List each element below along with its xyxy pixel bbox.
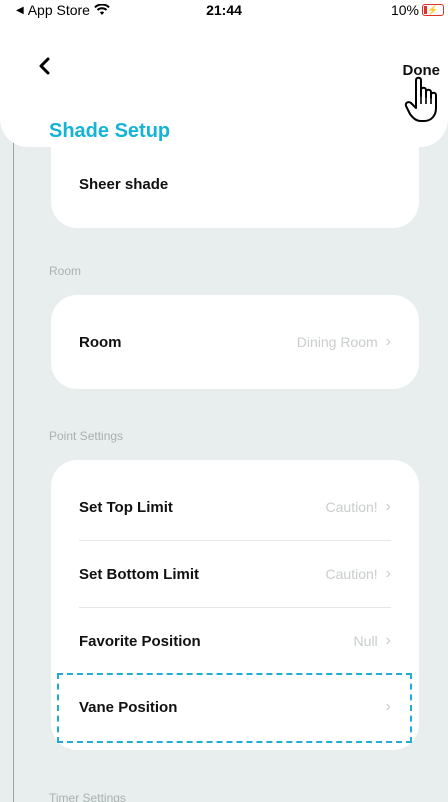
set-bottom-limit-value: Caution! [325, 566, 378, 582]
back-button[interactable] [34, 54, 54, 78]
header: Done Shade Setup [0, 20, 448, 147]
room-row-label: Room [79, 333, 122, 351]
room-row[interactable]: Room Dining Room › [51, 309, 419, 375]
set-top-limit-row[interactable]: Set Top Limit Caution! › [51, 474, 419, 540]
shade-type-label: Sheer shade [79, 175, 169, 193]
status-battery-group: 10% ⚡ [391, 2, 444, 18]
room-row-value: Dining Room [296, 334, 378, 350]
battery-percent: 10% [390, 2, 419, 18]
set-bottom-limit-row[interactable]: Set Bottom Limit Caution! › [51, 541, 419, 607]
chevron-right-icon: › [385, 698, 391, 715]
favorite-position-row[interactable]: Favorite Position Null › [51, 608, 419, 674]
chevron-left-icon [39, 57, 50, 75]
vane-position-row[interactable]: Vane Position › [51, 674, 419, 740]
status-bar: ◀ App Store 21:44 10% ⚡ [0, 0, 448, 20]
set-top-limit-value: Caution! [325, 499, 378, 515]
hand-pointer-icon [404, 76, 437, 122]
status-time: 21:44 [206, 2, 242, 18]
timer-settings-title: Timer Settings [49, 791, 126, 802]
favorite-position-label: Favorite Position [79, 632, 201, 650]
vane-position-label: Vane Position [79, 698, 178, 716]
chevron-right-icon: › [385, 498, 391, 515]
battery-icon: ⚡ [422, 4, 444, 16]
set-top-limit-label: Set Top Limit [79, 498, 173, 516]
page-title: Shade Setup [49, 120, 171, 142]
point-settings-title: Point Settings [49, 429, 124, 443]
room-section-title: Room [49, 264, 82, 278]
chevron-right-icon: › [385, 565, 391, 582]
set-bottom-limit-label: Set Bottom Limit [79, 565, 199, 583]
chevron-right-icon: › [385, 333, 391, 350]
point-settings-card: Set Top Limit Caution! › Set Bottom Limi… [51, 460, 419, 750]
favorite-position-value: Null [353, 633, 378, 649]
shade-type-row[interactable]: Sheer shade [51, 162, 419, 206]
chevron-right-icon: › [385, 632, 391, 649]
room-card: Room Dining Room › [51, 295, 419, 389]
